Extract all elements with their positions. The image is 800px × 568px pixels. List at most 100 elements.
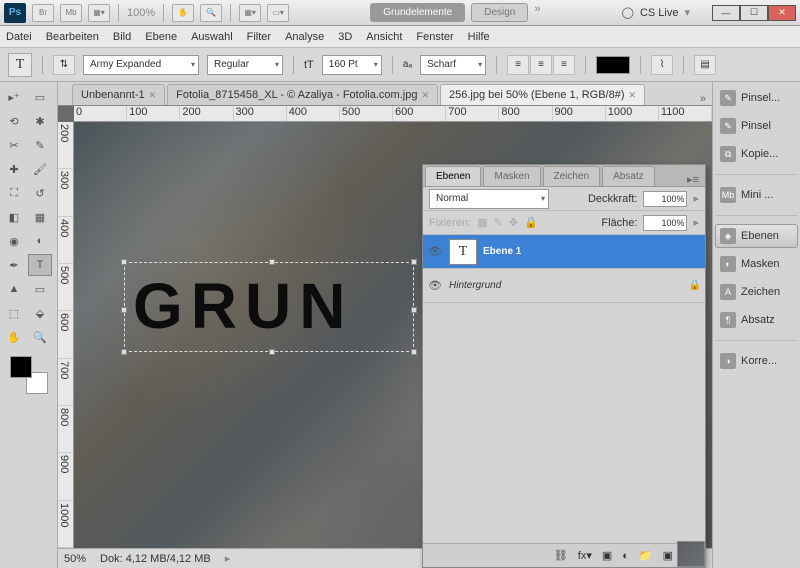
dock-item[interactable]: ✎Pinsel... bbox=[715, 86, 798, 110]
doc-tab-1[interactable]: Fotolia_8715458_XL - © Azaliya - Fotolia… bbox=[167, 84, 438, 105]
resize-handle[interactable] bbox=[121, 307, 127, 313]
menu-analyse[interactable]: Analyse bbox=[285, 31, 324, 43]
resize-handle[interactable] bbox=[121, 259, 127, 265]
active-tool-indicator[interactable]: T bbox=[8, 53, 32, 77]
layer-fx-icon[interactable]: fx▾ bbox=[578, 549, 592, 562]
3d-camera-tool[interactable]: ⬙ bbox=[28, 302, 52, 324]
minimize-button[interactable]: — bbox=[712, 5, 740, 21]
menu-3d[interactable]: 3D bbox=[338, 31, 352, 43]
color-swatches[interactable] bbox=[10, 356, 48, 394]
foreground-color[interactable] bbox=[10, 356, 32, 378]
pen-tool[interactable]: ✒ bbox=[2, 254, 26, 276]
layer-mask-icon[interactable]: ▣ bbox=[602, 549, 612, 562]
antialias-select[interactable]: Scharf bbox=[420, 55, 486, 75]
close-button[interactable]: ✕ bbox=[768, 5, 796, 21]
align-left-button[interactable]: ≡ bbox=[507, 55, 529, 75]
layer-row[interactable]: 👁 Hintergrund 🔒 bbox=[423, 269, 705, 303]
new-layer-icon[interactable]: ▣ bbox=[663, 549, 673, 562]
heal-tool[interactable]: ✚ bbox=[2, 158, 26, 180]
warp-text-button[interactable]: ⌇ bbox=[651, 55, 673, 75]
menu-datei[interactable]: Datei bbox=[6, 31, 32, 43]
resize-handle[interactable] bbox=[411, 349, 417, 355]
lock-pixels-icon[interactable]: ✎ bbox=[494, 216, 503, 229]
lock-all-icon[interactable]: 🔒 bbox=[524, 216, 538, 229]
type-tool[interactable]: T bbox=[28, 254, 52, 276]
menu-auswahl[interactable]: Auswahl bbox=[191, 31, 233, 43]
move-tool[interactable]: ▸⁺ bbox=[2, 86, 26, 108]
resize-handle[interactable] bbox=[269, 349, 275, 355]
dock-item[interactable]: ◈Ebenen bbox=[715, 224, 798, 248]
layer-name[interactable]: Hintergrund bbox=[449, 280, 683, 291]
marquee-tool[interactable]: ▭ bbox=[28, 86, 52, 108]
close-icon[interactable]: ✕ bbox=[149, 90, 157, 101]
fill-input[interactable] bbox=[643, 215, 687, 231]
zoom-tool-button[interactable]: 🔍 bbox=[200, 4, 222, 22]
lock-transparent-icon[interactable]: ▦ bbox=[477, 216, 487, 229]
brush-tool[interactable]: 🖌 bbox=[28, 158, 52, 180]
dock-item[interactable]: AZeichen bbox=[715, 280, 798, 304]
lock-position-icon[interactable]: ✥ bbox=[509, 216, 518, 229]
layer-name[interactable]: Ebene 1 bbox=[483, 246, 701, 257]
shape-tool[interactable]: ▭ bbox=[28, 278, 52, 300]
tab-zeichen[interactable]: Zeichen bbox=[543, 166, 601, 186]
history-brush-tool[interactable]: ↺ bbox=[28, 182, 52, 204]
3d-tool[interactable]: ⬚ bbox=[2, 302, 26, 324]
dock-item[interactable]: ✎Pinsel bbox=[715, 114, 798, 138]
resize-handle[interactable] bbox=[411, 307, 417, 313]
screen-mode-button[interactable]: ▦▾ bbox=[88, 4, 110, 22]
visibility-icon[interactable]: 👁 bbox=[427, 279, 443, 292]
crop-tool[interactable]: ✂ bbox=[2, 134, 26, 156]
align-right-button[interactable]: ≡ bbox=[553, 55, 575, 75]
resize-handle[interactable] bbox=[121, 349, 127, 355]
dock-item[interactable]: ¶Absatz bbox=[715, 308, 798, 332]
layer-group-icon[interactable]: 📁 bbox=[639, 549, 653, 562]
close-icon[interactable]: ✕ bbox=[421, 90, 429, 101]
workspace-pill-active[interactable]: Grundelemente bbox=[370, 3, 465, 22]
menu-bearbeiten[interactable]: Bearbeiten bbox=[46, 31, 99, 43]
minibridge-button[interactable]: Mb bbox=[60, 4, 82, 22]
wand-tool[interactable]: ✱ bbox=[28, 110, 52, 132]
menu-ansicht[interactable]: Ansicht bbox=[366, 31, 402, 43]
canvas-text[interactable]: GRUN bbox=[133, 269, 353, 343]
font-weight-select[interactable]: Regular bbox=[207, 55, 283, 75]
path-select-tool[interactable]: ▲ bbox=[2, 278, 26, 300]
menu-ebene[interactable]: Ebene bbox=[145, 31, 177, 43]
blur-tool[interactable]: ◉ bbox=[2, 230, 26, 252]
link-layers-icon[interactable]: ⛓ bbox=[554, 549, 568, 562]
zoom-tool[interactable]: 🔍 bbox=[28, 326, 52, 348]
dock-item[interactable]: ◑Korre... bbox=[715, 349, 798, 373]
text-bounding-box[interactable]: GRUN bbox=[124, 262, 414, 352]
text-color-swatch[interactable] bbox=[596, 56, 630, 74]
resize-handle[interactable] bbox=[269, 259, 275, 265]
doc-tab-0[interactable]: Unbenannt-1✕ bbox=[72, 84, 165, 105]
blend-mode-select[interactable]: Normal bbox=[429, 189, 549, 209]
maximize-button[interactable]: ☐ bbox=[740, 5, 768, 21]
tab-overflow-icon[interactable]: » bbox=[694, 93, 712, 105]
menu-bild[interactable]: Bild bbox=[113, 31, 131, 43]
layer-row[interactable]: 👁 T Ebene 1 bbox=[423, 235, 705, 269]
font-size-select[interactable]: 160 Pt bbox=[322, 55, 382, 75]
lasso-tool[interactable]: ⟲ bbox=[2, 110, 26, 132]
doc-tab-2[interactable]: 256.jpg bei 50% (Ebene 1, RGB/8#)✕ bbox=[440, 84, 645, 105]
dodge-tool[interactable]: ◐ bbox=[28, 230, 52, 252]
layer-thumb[interactable] bbox=[677, 541, 705, 543]
align-center-button[interactable]: ≡ bbox=[530, 55, 552, 75]
bridge-button[interactable]: Br bbox=[32, 4, 54, 22]
dock-item[interactable]: ◐Masken bbox=[715, 252, 798, 276]
tab-masken[interactable]: Masken bbox=[483, 166, 540, 186]
panel-menu-icon[interactable]: ▸≡ bbox=[681, 173, 705, 186]
eyedropper-tool[interactable]: ✎ bbox=[28, 134, 52, 156]
opacity-input[interactable] bbox=[643, 191, 687, 207]
font-family-select[interactable]: Army Expanded bbox=[83, 55, 199, 75]
eraser-tool[interactable]: ◧ bbox=[2, 206, 26, 228]
hand-tool-button[interactable]: ✋ bbox=[172, 4, 194, 22]
zoom-level[interactable]: 100% bbox=[127, 7, 155, 19]
character-panel-button[interactable]: ▤ bbox=[694, 55, 716, 75]
stamp-tool[interactable]: ⛶ bbox=[2, 182, 26, 204]
close-icon[interactable]: ✕ bbox=[629, 90, 637, 101]
tab-ebenen[interactable]: Ebenen bbox=[425, 166, 481, 186]
adjustment-layer-icon[interactable]: ◐ bbox=[622, 550, 629, 562]
workspace-pill-design[interactable]: Design bbox=[471, 3, 528, 22]
menu-fenster[interactable]: Fenster bbox=[416, 31, 453, 43]
dock-item[interactable]: ⧉Kopie... bbox=[715, 142, 798, 166]
